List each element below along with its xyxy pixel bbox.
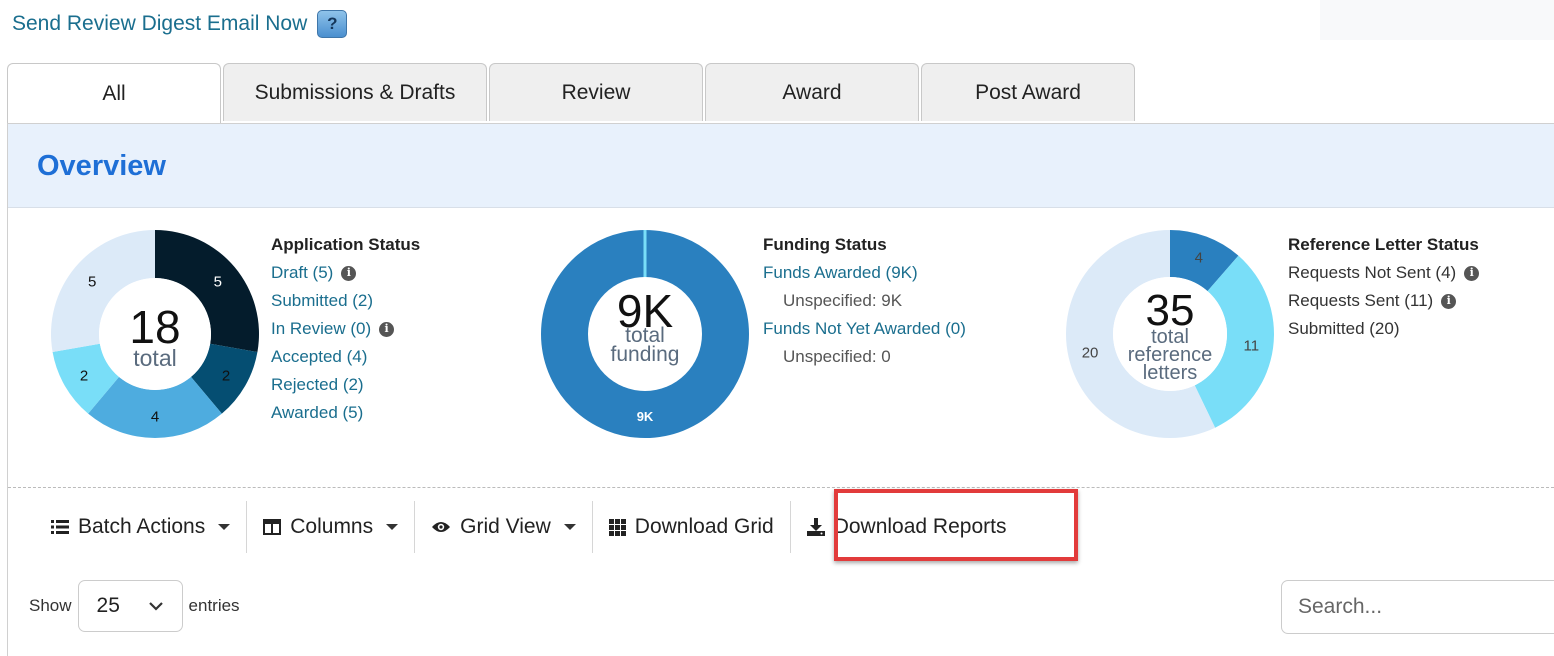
tab-all[interactable]: All: [7, 63, 221, 124]
app-slice-label: 2: [222, 367, 230, 384]
legend-ref-submitted: Submitted (20): [1288, 319, 1400, 338]
columns-button[interactable]: Columns: [247, 501, 416, 553]
highlight-box: [834, 489, 1078, 561]
funding-slice-label: 9K: [637, 409, 654, 424]
show-label: Show: [29, 596, 72, 615]
help-icon[interactable]: ?: [317, 10, 348, 38]
chevron-down-icon: [148, 602, 163, 611]
entries-value: 25: [96, 594, 120, 617]
section-divider: [8, 487, 1554, 488]
legend-funds-not-awarded-sub: Unspecified: 0: [783, 347, 891, 366]
download-grid-label: Download Grid: [634, 515, 774, 538]
legend-requests-not-sent: Requests Not Sent (4) i: [1288, 259, 1480, 287]
list-icon: [51, 520, 69, 534]
send-review-digest-link[interactable]: Send Review Digest Email Now ?: [12, 10, 348, 38]
entries-select[interactable]: 25: [77, 580, 183, 632]
grid-view-label: Grid View: [460, 515, 551, 538]
tab-post-award[interactable]: Post Award: [921, 63, 1135, 121]
reference-letter-chart: 35 total reference letters 41120: [1066, 230, 1274, 438]
ref-slice-label: 20: [1082, 344, 1099, 361]
application-status-chart: 18 total 52425: [51, 230, 259, 438]
info-icon[interactable]: i: [379, 321, 395, 337]
legend-awarded[interactable]: Awarded (5): [271, 399, 420, 427]
legend-rejected[interactable]: Rejected (2): [271, 371, 420, 399]
app-slice-label: 5: [88, 274, 96, 291]
columns-label: Columns: [290, 515, 374, 538]
funding-status-chart: 9K total funding 9K: [541, 230, 749, 438]
app-slice-label: 4: [151, 408, 159, 425]
top-right-placeholder: [1320, 0, 1554, 40]
caret-down-icon: [386, 524, 399, 530]
download-icon: [806, 518, 825, 536]
batch-actions-label: Batch Actions: [78, 515, 206, 538]
grid-view-button[interactable]: Grid View: [415, 501, 593, 553]
legend-requests-sent: Requests Sent (11) i: [1288, 287, 1479, 315]
info-icon[interactable]: i: [1441, 293, 1457, 309]
application-status-legend: Application Status Draft (5) i Submitted …: [271, 231, 420, 427]
funding-center-label-2: funding: [611, 343, 680, 366]
info-icon[interactable]: i: [1464, 265, 1480, 281]
legend-draft[interactable]: Draft (5) i: [271, 259, 420, 287]
tab-review[interactable]: Review: [489, 63, 703, 121]
tab-bar: All Submissions & Drafts Review Award Po…: [7, 63, 1137, 124]
grid-icon: [608, 518, 626, 536]
funding-status-legend: Funding Status Funds Awarded (9K) Unspec…: [763, 231, 966, 371]
legend-accepted[interactable]: Accepted (4): [271, 343, 420, 371]
overview-header: Overview: [8, 124, 1554, 208]
app-slice-label: 5: [214, 274, 222, 291]
entries-control: Show 25 entries: [29, 580, 240, 632]
tab-submissions-drafts[interactable]: Submissions & Drafts: [223, 63, 487, 121]
legend-funds-awarded[interactable]: Funds Awarded (9K): [763, 259, 966, 287]
legend-in-review[interactable]: In Review (0) i: [271, 315, 420, 343]
ref-slice-label: 4: [1195, 249, 1203, 266]
caret-down-icon: [218, 524, 231, 530]
entries-label: entries: [188, 596, 240, 615]
send-review-digest-label: Send Review Digest Email Now: [12, 12, 308, 35]
app-slice-label: 2: [80, 367, 88, 384]
overview-title: Overview: [37, 150, 166, 182]
legend-submitted[interactable]: Submitted (2): [271, 287, 420, 315]
legend-funds-awarded-sub: Unspecified: 9K: [783, 291, 903, 310]
tab-award[interactable]: Award: [705, 63, 919, 121]
info-icon[interactable]: i: [341, 265, 357, 281]
download-grid-button[interactable]: Download Grid: [593, 501, 791, 553]
legend-funds-not-awarded[interactable]: Funds Not Yet Awarded (0): [763, 315, 966, 343]
columns-icon: [263, 519, 282, 535]
application-status-heading: Application Status: [271, 235, 421, 254]
overview-panel: Overview 18 total 52425 Application Stat…: [7, 123, 1554, 656]
ref-center-label-3: letters: [1143, 362, 1197, 384]
reference-letter-legend: Reference Letter Status Requests Not Sen…: [1288, 231, 1480, 343]
app-center-label: total: [133, 345, 176, 371]
reference-letter-heading: Reference Letter Status: [1288, 235, 1479, 254]
batch-actions-button[interactable]: Batch Actions: [35, 501, 248, 553]
search-input[interactable]: [1281, 580, 1554, 634]
caret-down-icon: [563, 524, 576, 530]
funding-status-heading: Funding Status: [763, 235, 887, 254]
ref-slice-label: 11: [1243, 337, 1259, 354]
eye-icon: [432, 522, 451, 532]
